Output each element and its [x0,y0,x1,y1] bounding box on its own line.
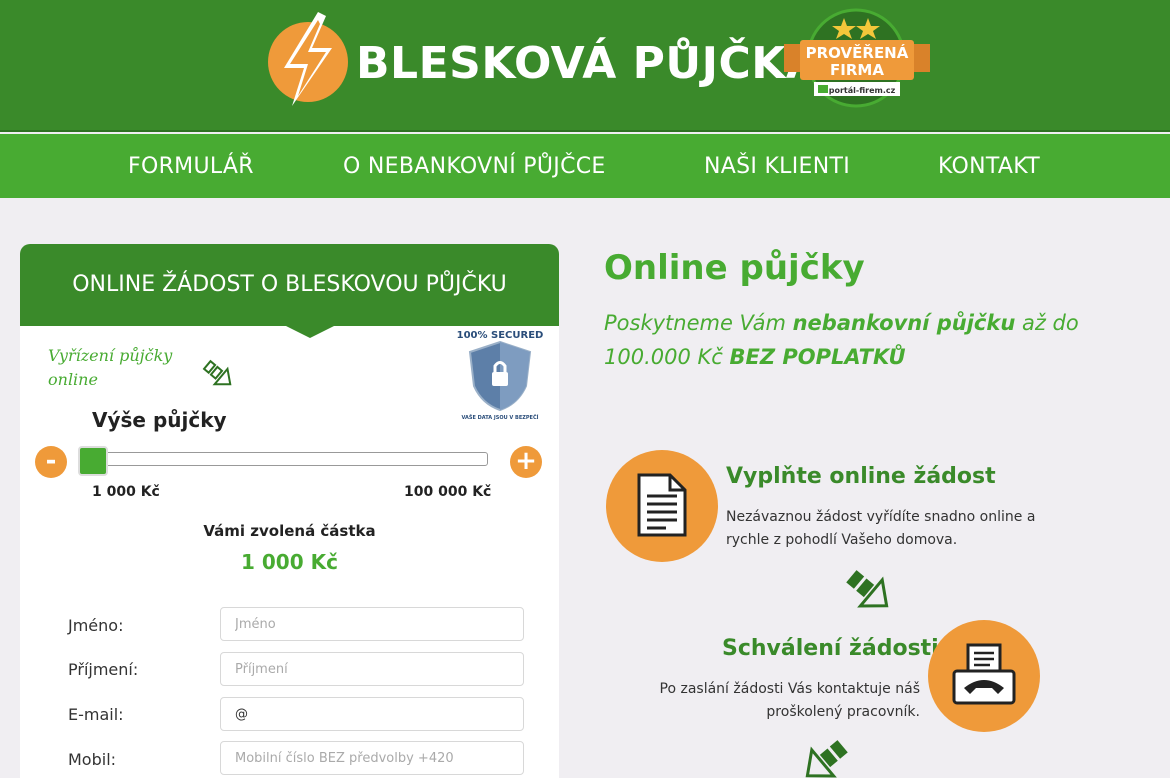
fax-phone-icon [952,643,1016,705]
increase-amount-button[interactable]: + [510,446,542,478]
document-icon [637,473,687,537]
email-label: E-mail: [68,705,124,724]
lightning-bolt-icon[interactable] [266,12,350,106]
nav-item-contact[interactable]: KONTAKT [938,154,1040,179]
secured-bottom-text: VAŠE DATA JSOU V BEZPEČÍ [461,413,538,421]
amount-label: Výše půjčky [92,408,227,432]
chosen-amount-label: Vámi zvolená částka [203,522,376,540]
amount-slider-handle[interactable] [78,446,108,476]
header-notch [282,324,338,338]
page-title: Online půjčky [604,248,865,288]
subtitle-part-1: Poskytneme Vám [604,311,793,335]
step-2-title: Schválení žádosti [722,636,939,661]
form-header: ONLINE ŽÁDOST O BLESKOVOU PŮJČKU [20,244,559,326]
nav-item-clients[interactable]: NAŠI KLIENTI [704,154,850,179]
form-title: ONLINE ŽÁDOST O BLESKOVOU PŮJČKU [72,272,507,297]
range-max-label: 100 000 Kč [404,484,492,500]
arrow-down-right-icon [202,359,232,386]
mobile-input[interactable] [220,741,524,775]
brand-name[interactable]: BLESKOVÁ PŮJČKA [356,38,820,89]
subtitle-bold-1: nebankovní půjčku [792,311,1016,335]
amount-slider-track[interactable] [80,452,488,466]
handwritten-note: Vyřízení půjčky online [48,346,173,389]
step-2-text: Po zaslání žádosti Vás kontaktuje náš pr… [659,681,920,720]
subtitle-bold-2: BEZ POPLATKŮ [729,345,906,369]
secured-shield-icon: 100% SECURED VAŠE DATA JSOU V BEZPEČÍ [457,330,544,421]
range-min-label: 1 000 Kč [92,484,160,500]
email-input[interactable] [220,697,524,731]
page-subtitle: Poskytneme Vám nebankovní půjčku až do 1… [604,306,1144,374]
main-nav: FORMULÁŘ O NEBANKOVNÍ PŮJČCE NAŠI KLIENT… [0,134,1170,198]
last-name-input[interactable] [220,652,524,686]
decrease-amount-button[interactable]: - [35,446,67,478]
badge-small: portál-firem.cz [829,86,896,95]
chosen-amount-value: 1 000 Kč [241,550,338,574]
arrow-down-left-icon [805,740,848,778]
secured-top-text: 100% SECURED [457,330,544,341]
nav-item-about-loan[interactable]: O NEBANKOVNÍ PŮJČCE [343,154,606,179]
first-name-input[interactable] [220,607,524,641]
verified-company-badge[interactable]: PROVĚŘENÁ FIRMA portál-firem.cz [784,6,930,108]
loan-application-form: ONLINE ŽÁDOST O BLESKOVOU PŮJČKU Vyřízen… [20,244,559,778]
badge-line2: FIRMA [830,61,884,79]
site-header: BLESKOVÁ PŮJČKA PROVĚŘENÁ FIRMA portál-f… [0,0,1170,132]
step-1-text: Nezávaznou žádost vyřídíte snadno online… [726,509,1036,548]
mobile-label: Mobil: [68,750,117,769]
nav-item-form[interactable]: FORMULÁŘ [128,154,254,179]
last-name-label: Příjmení: [68,660,139,679]
first-name-label: Jméno: [68,616,124,635]
arrow-down-right-icon [846,570,889,608]
badge-line1: PROVĚŘENÁ [806,43,909,62]
step-1-circle [606,450,718,562]
step-1-title: Vyplňte online žádost [726,464,996,489]
step-2-circle [928,620,1040,732]
